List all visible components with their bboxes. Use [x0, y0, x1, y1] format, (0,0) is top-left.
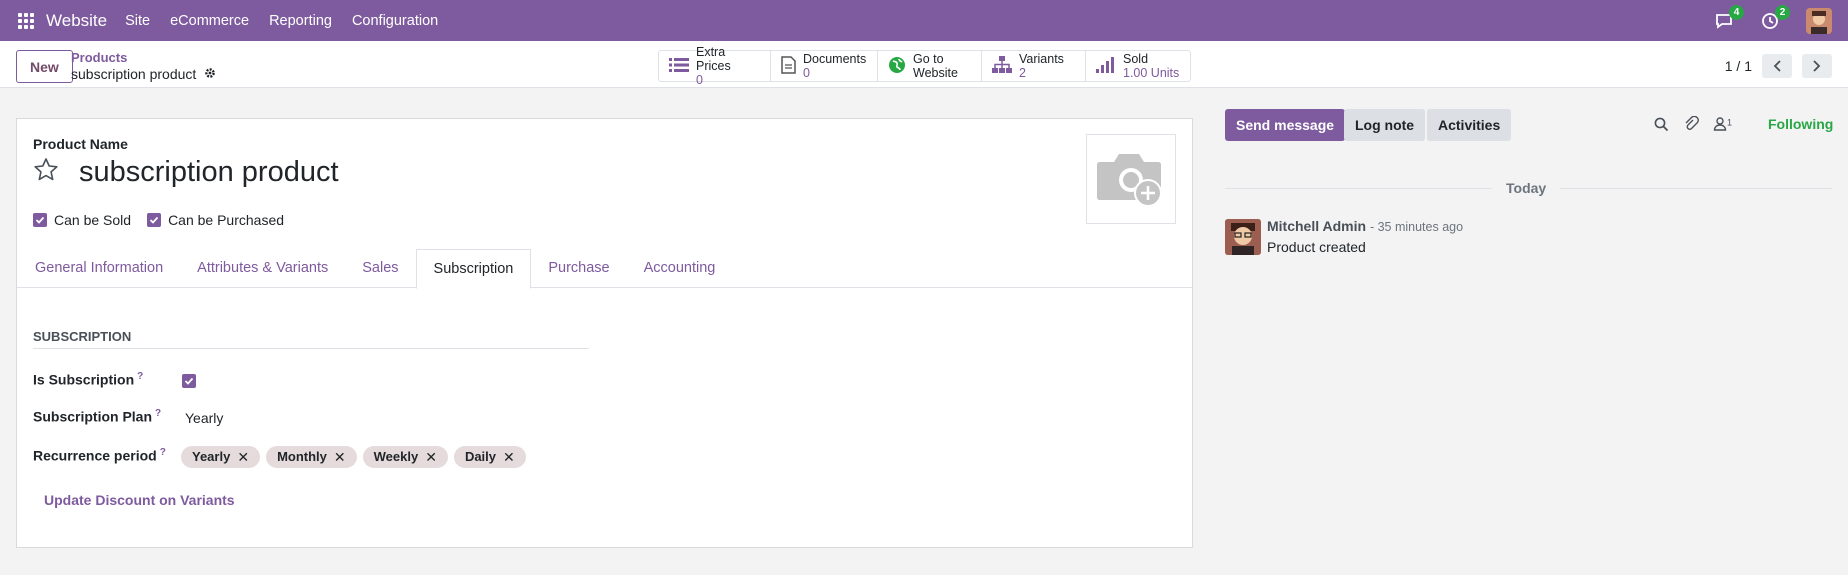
stat-label: Variants	[1019, 52, 1064, 66]
tag-daily: Daily ✕	[453, 446, 526, 468]
recurrence-period-tags[interactable]: Yearly ✕ Monthly ✕ Weekly ✕ Daily ✕	[181, 446, 526, 468]
checkbox-checked[interactable]	[33, 213, 47, 227]
send-message-button[interactable]: Send message	[1225, 109, 1346, 141]
tab-attributes-variants[interactable]: Attributes & Variants	[180, 249, 345, 288]
globe-icon	[888, 56, 906, 77]
form-sheet: Product Name subscription product Can be…	[16, 118, 1193, 548]
user-avatar[interactable]	[1806, 7, 1832, 34]
breadcrumb: Products subscription product	[71, 50, 216, 82]
breadcrumb-current: subscription product	[71, 66, 197, 82]
new-button[interactable]: New	[16, 50, 73, 83]
go-to-website-button[interactable]: Go to Website	[878, 51, 982, 81]
activities-button[interactable]: Activities	[1427, 109, 1512, 141]
activities-clock-icon[interactable]: 2	[1760, 4, 1790, 31]
messages-badge: 4	[1729, 4, 1744, 20]
file-icon	[781, 55, 796, 77]
is-subscription-checkbox[interactable]	[182, 374, 196, 388]
product-name-label: Product Name	[33, 136, 128, 152]
pager-value[interactable]: 1 / 1	[1725, 58, 1752, 74]
pager-next-button[interactable]	[1802, 54, 1832, 78]
form-tabs: General Information Attributes & Variant…	[17, 249, 1192, 289]
apps-menu-icon[interactable]	[0, 0, 52, 41]
sitemap-icon	[992, 55, 1012, 77]
breadcrumb-products-link[interactable]: Products	[71, 50, 216, 66]
menu-site[interactable]: Site	[125, 13, 150, 29]
tag-monthly: Monthly ✕	[266, 446, 357, 468]
followers-icon[interactable]: 1	[1713, 117, 1732, 134]
tag-weekly: Weekly ✕	[362, 446, 448, 468]
can-be-sold-checkbox[interactable]: Can be Sold	[33, 212, 131, 228]
product-name-field[interactable]: subscription product	[79, 156, 339, 189]
stat-value: 1.00 Units	[1123, 66, 1180, 80]
signal-icon	[1096, 56, 1116, 76]
subscription-plan-field[interactable]: Yearly	[185, 410, 223, 426]
tag-yearly: Yearly ✕	[181, 446, 261, 468]
stat-label: Go to	[913, 52, 944, 66]
menu-reporting[interactable]: Reporting	[269, 13, 332, 29]
gear-icon[interactable]	[204, 66, 216, 82]
menu-configuration[interactable]: Configuration	[352, 13, 438, 29]
is-subscription-label: Is Subscription?	[33, 371, 144, 388]
log-note-button[interactable]: Log note	[1344, 109, 1426, 141]
help-icon[interactable]: ?	[160, 447, 166, 458]
followers-count: 1	[1727, 117, 1733, 128]
can-be-purchased-label: Can be Purchased	[168, 212, 285, 228]
remove-tag-icon[interactable]: ✕	[503, 446, 515, 468]
pager-previous-button[interactable]	[1762, 54, 1792, 78]
list-icon	[669, 57, 689, 76]
messages-icon[interactable]: 4	[1714, 4, 1744, 31]
chevron-left-icon	[1773, 60, 1781, 72]
remove-tag-icon[interactable]: ✕	[237, 446, 249, 468]
message-header: Mitchell Admin - 35 minutes ago	[1267, 218, 1463, 234]
favorite-star-icon[interactable]	[33, 157, 59, 186]
stat-value: 0	[803, 66, 810, 80]
help-icon[interactable]: ?	[137, 371, 143, 382]
menu-ecommerce[interactable]: eCommerce	[170, 13, 249, 29]
author-avatar[interactable]	[1225, 219, 1261, 255]
remove-tag-icon[interactable]: ✕	[334, 446, 346, 468]
update-discount-link[interactable]: Update Discount on Variants	[44, 492, 235, 508]
chevron-right-icon	[1813, 60, 1821, 72]
tab-accounting[interactable]: Accounting	[627, 249, 733, 288]
attachment-paperclip-icon[interactable]	[1683, 115, 1699, 135]
tab-general-information[interactable]: General Information	[18, 249, 180, 288]
stat-value: 2	[1019, 66, 1026, 80]
following-button[interactable]: Following	[1768, 116, 1833, 132]
checkbox-checked[interactable]	[147, 213, 162, 227]
message-time: - 35 minutes ago	[1369, 220, 1464, 234]
message-author[interactable]: Mitchell Admin	[1267, 218, 1366, 234]
recurrence-period-label: Recurrence period?	[33, 447, 166, 464]
section-title: SUBSCRIPTION	[33, 329, 589, 349]
message-body: Product created	[1267, 239, 1366, 255]
can-be-purchased-checkbox[interactable]: Can be Purchased	[147, 212, 284, 228]
tab-purchase[interactable]: Purchase	[531, 249, 626, 288]
control-panel: New Products subscription product Extra …	[0, 41, 1848, 88]
chatter-panel: Send message Log note Activities 1 Follo…	[1209, 88, 1848, 575]
stat-value: Website	[913, 66, 958, 80]
can-be-sold-label: Can be Sold	[54, 212, 132, 228]
date-separator: Today	[1492, 180, 1561, 196]
tab-subscription[interactable]: Subscription	[415, 249, 532, 289]
variants-button[interactable]: Variants 2	[982, 51, 1086, 81]
app-name[interactable]: Website	[46, 11, 107, 31]
product-image-upload[interactable]	[1086, 134, 1176, 224]
extra-prices-button[interactable]: Extra Prices 0	[659, 45, 771, 87]
search-icon[interactable]	[1654, 117, 1669, 135]
activities-badge: 2	[1775, 4, 1790, 20]
sold-button[interactable]: Sold 1.00 Units	[1086, 51, 1190, 81]
tab-sales[interactable]: Sales	[345, 249, 415, 288]
stat-value: 0	[696, 73, 703, 87]
pager: 1 / 1	[1725, 54, 1832, 78]
subscription-plan-label: Subscription Plan?	[33, 408, 162, 425]
stat-label: Extra Prices	[696, 45, 731, 73]
help-icon[interactable]: ?	[155, 408, 161, 419]
smart-buttons: Extra Prices 0 Documents 0 Go to Website Va…	[658, 45, 1191, 87]
remove-tag-icon[interactable]: ✕	[425, 446, 437, 468]
stat-label: Sold	[1123, 52, 1149, 66]
stat-label: Documents	[803, 52, 867, 66]
documents-button[interactable]: Documents 0	[771, 51, 878, 81]
camera-add-icon	[1097, 154, 1162, 207]
top-navbar: Website Site eCommerce Reporting Configu…	[0, 0, 1848, 41]
